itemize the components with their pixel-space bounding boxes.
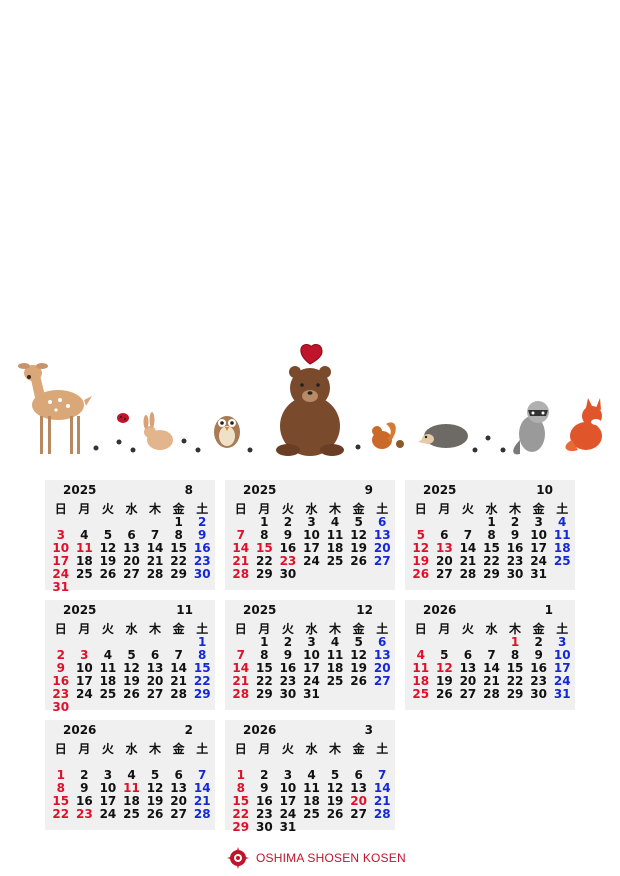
day-cell: 24 — [99, 807, 117, 821]
day-cell: 31 — [52, 580, 70, 594]
calendar-year: 2025 — [243, 483, 277, 497]
day-cell — [347, 568, 371, 581]
calendar-month: 12 — [356, 603, 373, 617]
month-calendar: 2026 3 日月火水木金土 1 2 3 4 5 6 7 8 9 10 11 12 13 14 15 16 17 18… — [225, 720, 395, 834]
day-grid: 1 2 3 4 5 6 7 8 9 10 11 12 13 14 15 16 17 18 19 20 21 22 23 24 2… — [229, 636, 394, 701]
day-cell — [323, 688, 347, 701]
day-cell: 22 — [52, 807, 70, 821]
day-cell — [190, 701, 214, 714]
day-cell — [190, 581, 214, 594]
day-cell: 28 — [193, 807, 211, 821]
month-calendar: 2026 2 日月火水木金土 1 2 3 4 5 6 7 8 9 10 11 12 13 14 15 16 17 18… — [45, 720, 215, 830]
day-cell: 31 — [303, 687, 320, 701]
month-calendar: 2025 9 日月火水木金土 1 2 3 4 5 6 7 8 9 10 11 12 13 14 15 16 17 18… — [225, 480, 395, 590]
day-cell — [120, 701, 144, 714]
anchor-emblem-icon — [227, 847, 249, 869]
month-calendar: 2026 1 日月火水木金土 1 2 3 4 5 6 7 8 9 10 11 12 13 14 15 16 17 18… — [405, 600, 575, 710]
logo-text: OSHIMA SHOSEN KOSEN — [256, 851, 406, 865]
day-cell — [96, 581, 120, 594]
day-cell — [550, 568, 574, 581]
day-cell: 30 — [279, 567, 297, 581]
day-cell: 28 — [232, 687, 250, 701]
day-cell: 28 — [483, 687, 500, 701]
day-cell: 30 — [256, 820, 273, 834]
calendar-year: 2026 — [63, 723, 97, 737]
day-cell: 29 — [232, 820, 250, 834]
day-cell: 30 — [506, 567, 524, 581]
calendar-year: 2025 — [63, 603, 97, 617]
day-cell — [143, 701, 167, 714]
day-cell: 26 — [412, 567, 430, 581]
day-cell: 26 — [146, 807, 164, 821]
day-cell: 31 — [530, 567, 547, 581]
day-grid: 1 2 3 4 5 6 7 8 9 10 11 12 13 14 15 16 17 18 19 20 21 22 23 24 2… — [409, 516, 574, 581]
calendar-year: 2025 — [423, 483, 457, 497]
calendar-month: 11 — [176, 603, 193, 617]
day-cell — [96, 701, 120, 714]
calendar-month: 1 — [544, 603, 553, 617]
day-cell — [370, 568, 394, 581]
day-cell: 29 — [256, 567, 273, 581]
day-cell — [370, 688, 394, 701]
day-cell: 26 — [436, 687, 453, 701]
calendar-year: 2026 — [243, 723, 277, 737]
day-cell: 23 — [76, 807, 93, 821]
day-cell: 25 — [412, 687, 430, 701]
day-cell — [167, 701, 191, 714]
day-cell: 25 — [123, 807, 140, 821]
month-calendar: 2025 8 日月火水木金土 1 2 3 4 5 6 7 8 9 10 11 12 13 14 15 16 17 18… — [45, 480, 215, 594]
school-logo: OSHIMA SHOSEN KOSEN — [226, 845, 406, 871]
day-cell — [300, 568, 324, 581]
month-calendar: 2025 10 日月火水木金土 1 2 3 4 5 6 7 8 9 10 11 12 13 14 15 16 17 1… — [405, 480, 575, 590]
day-cell: 28 — [459, 567, 477, 581]
day-cell — [167, 581, 191, 594]
calendar-grid: 2025 8 日月火水木金土 1 2 3 4 5 6 7 8 9 10 11 12 13 14 15 16 17 18… — [0, 0, 620, 876]
calendar-month: 9 — [364, 483, 373, 497]
calendar-year: 2025 — [63, 483, 97, 497]
day-cell — [347, 688, 371, 701]
day-cell — [347, 821, 371, 834]
calendar-year: 2026 — [423, 603, 457, 617]
day-cell: 27 — [170, 807, 187, 821]
day-cell — [370, 821, 394, 834]
day-grid: 1 2 3 4 5 6 7 8 9 10 11 12 13 14 15 16 17 18 19 20 21 22 23 24 2… — [49, 636, 214, 714]
day-grid: 1 2 3 4 5 6 7 8 9 10 11 12 13 14 15 16 17 18 19 20 21 22 23 24 2… — [409, 636, 574, 701]
day-cell — [120, 581, 144, 594]
calendar-month: 8 — [184, 483, 193, 497]
day-cell: 30 — [52, 700, 70, 714]
day-cell: 29 — [506, 687, 524, 701]
calendar-month: 10 — [536, 483, 553, 497]
day-cell: 30 — [279, 687, 297, 701]
day-cell — [323, 568, 347, 581]
month-calendar: 2025 11 日月火水木金土 1 2 3 4 5 6 7 8 9 10 11 12 13 14 15 16 17 1… — [45, 600, 215, 714]
day-cell: 27 — [459, 687, 477, 701]
calendar-month: 3 — [364, 723, 373, 737]
day-cell: 28 — [232, 567, 250, 581]
day-cell — [143, 581, 167, 594]
day-cell — [73, 701, 97, 714]
day-cell: 31 — [553, 687, 571, 701]
day-grid: 1 2 3 4 5 6 7 8 9 10 11 12 13 14 15 16 17 18 19 20 21 22 23 24 2… — [229, 516, 394, 581]
day-cell: 27 — [436, 567, 453, 581]
calendar-year: 2025 — [243, 603, 277, 617]
month-calendar: 2025 12 日月火水木金土 1 2 3 4 5 6 7 8 9 10 11 12 13 14 15 16 17 1… — [225, 600, 395, 710]
day-cell: 30 — [530, 687, 547, 701]
day-cell — [323, 821, 347, 834]
day-cell — [300, 821, 324, 834]
calendar-month: 2 — [184, 723, 193, 737]
day-grid: 1 2 3 4 5 6 7 8 9 10 11 12 13 14 15 16 17 18 19 20 21 22 23 24 2… — [49, 756, 214, 821]
day-cell: 29 — [256, 687, 273, 701]
day-grid: 1 2 3 4 5 6 7 8 9 10 11 12 13 14 15 16 17 18 19 20 21 22 23 24 2… — [229, 756, 394, 834]
day-grid: 1 2 3 4 5 6 7 8 9 10 11 12 13 14 15 16 17 18 19 20 21 22 23 24 2… — [49, 516, 214, 594]
day-cell: 31 — [279, 820, 297, 834]
day-cell — [73, 581, 97, 594]
day-cell: 29 — [483, 567, 500, 581]
